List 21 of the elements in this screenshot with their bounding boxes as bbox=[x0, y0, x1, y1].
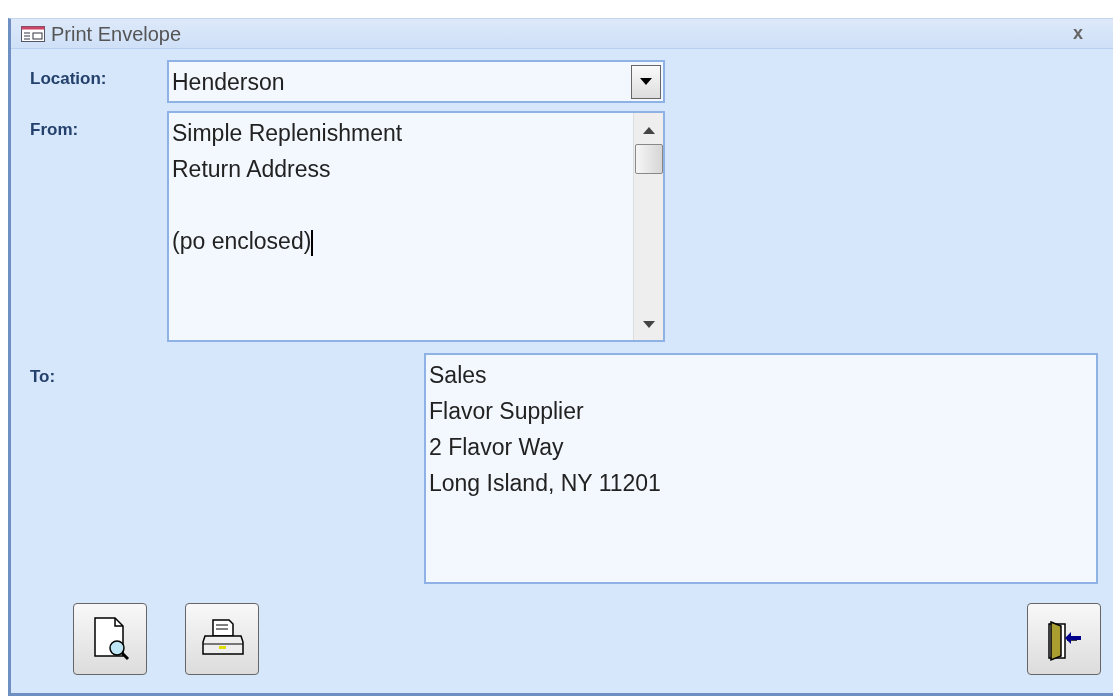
text-area[interactable]: Sales Flavor Supplier 2 Flavor Way Long Island, NY 11201 bbox=[424, 353, 1098, 584]
close-button[interactable]: x bbox=[1073, 20, 1083, 47]
field-label: From: bbox=[30, 119, 80, 141]
caret-icon bbox=[640, 78, 652, 85]
dropdown-button[interactable] bbox=[631, 64, 661, 99]
field-label: Location: bbox=[30, 68, 108, 90]
address-text: Simple Replenishment Return Address (po enclosed) bbox=[172, 119, 404, 258]
scroll-up-icon bbox=[642, 127, 655, 134]
text-area[interactable]: Simple Replenishment Return Address (po enclosed) bbox=[167, 111, 665, 342]
dropdown-value: Henderson bbox=[172, 67, 285, 97]
scrollbar-thumb[interactable] bbox=[634, 144, 663, 174]
address-text: Sales Flavor Supplier 2 Flavor Way Long Island, NY 11201 bbox=[429, 361, 662, 498]
field-label: To: bbox=[30, 366, 57, 388]
scrollbar[interactable] bbox=[633, 113, 663, 340]
window-title: Print Envelope bbox=[51, 21, 182, 47]
preview-button[interactable] bbox=[73, 603, 147, 675]
form-icon bbox=[21, 25, 45, 42]
exit-button[interactable] bbox=[1027, 603, 1101, 675]
location-dropdown[interactable]: Henderson bbox=[167, 60, 665, 103]
scroll-down-icon bbox=[642, 321, 655, 328]
print-button[interactable] bbox=[185, 603, 259, 675]
